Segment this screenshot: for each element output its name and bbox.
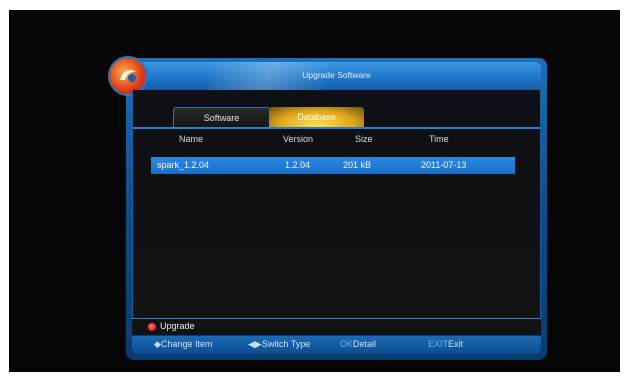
- upgrade-dialog: Upgrade Software Software Database Name …: [110, 58, 547, 360]
- table-row-selected[interactable]: spark_1.2.04 1.2.04 201 kB 2011-07-13: [151, 157, 515, 174]
- hint-change-item: ◆Change Item: [154, 339, 212, 350]
- upgrade-action[interactable]: Upgrade: [160, 321, 195, 331]
- action-bar: Upgrade: [132, 318, 541, 335]
- column-header-version: Version: [283, 134, 314, 144]
- hint-exit: EXITExit: [428, 339, 463, 349]
- row-name: spark_1.2.04: [157, 160, 210, 170]
- hint-detail-label: Detail: [353, 339, 377, 349]
- hint-detail: OKDetail: [340, 339, 376, 349]
- brand-logo-icon: [110, 58, 146, 94]
- dialog-title: Upgrade Software: [302, 70, 371, 80]
- content-area: Software Database Name Version Size Time…: [132, 90, 541, 326]
- hint-change-item-label: Change Item: [160, 339, 213, 349]
- row-size: 201 kB: [343, 160, 372, 170]
- red-button-icon: [148, 323, 156, 331]
- hint-switch-type: ◀▶Switch Type: [248, 339, 310, 350]
- row-version: 1.2.04: [285, 160, 311, 170]
- column-header-time: Time: [429, 134, 449, 144]
- ok-key-label: OK: [340, 339, 354, 349]
- tab-software[interactable]: Software: [173, 107, 270, 128]
- tab-divider: [133, 127, 540, 129]
- column-header-size: Size: [355, 134, 373, 144]
- left-right-arrow-icon: ◀▶: [248, 339, 262, 349]
- hint-switch-type-label: Switch Type: [261, 339, 311, 349]
- tab-database[interactable]: Database: [269, 107, 364, 127]
- key-hint-bar: ◆Change Item ◀▶Switch Type OKDetail EXIT…: [132, 336, 541, 354]
- row-time: 2011-07-13: [421, 160, 467, 170]
- exit-key-label: EXIT: [428, 339, 449, 349]
- title-bar: Upgrade Software: [110, 58, 541, 94]
- hint-exit-label: Exit: [448, 339, 464, 349]
- up-down-arrow-icon: ◆: [154, 339, 161, 349]
- column-header-name: Name: [179, 134, 204, 144]
- tv-screen: Upgrade Software Software Database Name …: [9, 10, 620, 372]
